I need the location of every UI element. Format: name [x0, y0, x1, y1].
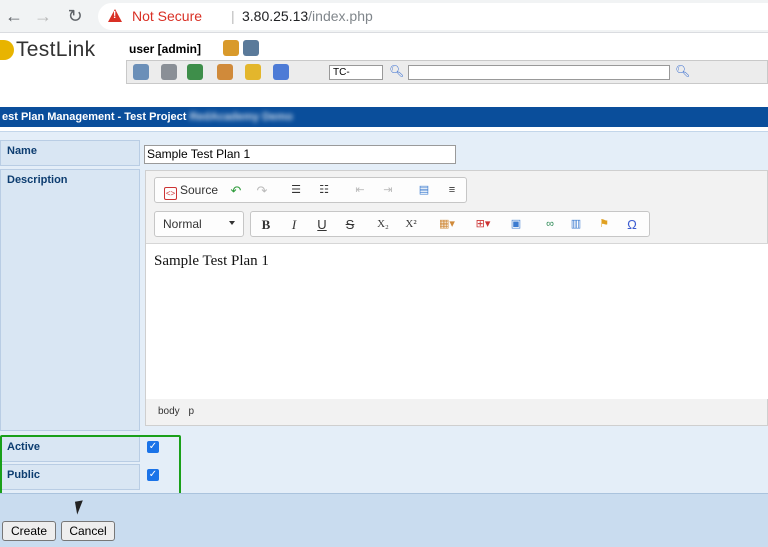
flag-icon[interactable]: ⚑ [595, 216, 613, 233]
format-dropdown[interactable]: Normal [157, 216, 239, 233]
table-icon[interactable]: ⊞▾ [471, 216, 495, 233]
source-icon: <> [163, 187, 177, 200]
tree-icon[interactable] [187, 64, 203, 80]
source-label: Source [179, 183, 219, 197]
superscript-button[interactable]: X² [401, 216, 421, 233]
not-secure-label: Not Secure [132, 8, 203, 24]
indent-icon[interactable]: ⇥ [379, 182, 397, 199]
bulleted-list-icon[interactable]: ☷ [315, 182, 333, 199]
special-char-button[interactable]: Ω [623, 216, 641, 233]
path-p[interactable]: p [188, 406, 194, 417]
test-plan-form: Name Sample Test Plan 1 Description <> So… [0, 131, 768, 495]
editor-content-text: Sample Test Plan 1 [154, 253, 269, 269]
action-bar: Create Cancel [0, 493, 768, 547]
browser-toolbar: ← → ↻ Not Secure | 3.80.25.13/index.php [0, 0, 768, 33]
text-color-icon[interactable]: ▦▾ [435, 216, 459, 233]
testlink-logo[interactable]: TestLink [0, 37, 95, 63]
rich-text-editor: <> Source ↶ ↷ ☰ ☷ ⇤ ⇥ ▤ ≡ Normal B I U S … [145, 170, 768, 426]
reload-icon[interactable]: ↻ [64, 5, 86, 27]
page-title-text: est Plan Management - Test Project [2, 111, 190, 123]
user-settings-icon[interactable] [223, 40, 239, 56]
logout-icon[interactable] [243, 40, 259, 56]
name-label: Name [0, 140, 140, 166]
testcase-id-input[interactable]: TC- [329, 65, 383, 80]
screen: ← → ↻ Not Secure | 3.80.25.13/index.php … [0, 0, 768, 547]
description-label: Description [0, 169, 140, 431]
redo-icon[interactable]: ↷ [253, 182, 271, 199]
search-icon[interactable]: 🔍︎ [675, 64, 690, 78]
highlight-box [0, 435, 181, 495]
pen-icon[interactable] [273, 64, 289, 80]
user-icon[interactable] [217, 64, 233, 80]
search-icon[interactable]: 🔍︎ [389, 64, 404, 78]
link-icon[interactable]: ∞ [541, 216, 559, 233]
warning-icon [108, 9, 122, 22]
url-host: 3.80.25.13 [242, 8, 309, 24]
cart-icon[interactable] [161, 64, 177, 80]
anchor-icon[interactable]: ▥ [567, 216, 585, 233]
source-button[interactable]: <> Source [161, 182, 221, 200]
forward-arrow-icon[interactable]: → [32, 5, 54, 27]
numbered-list-icon[interactable]: ☰ [287, 182, 305, 199]
back-arrow-icon[interactable]: ← [3, 5, 25, 27]
address-separator: | [231, 8, 235, 24]
create-button[interactable]: Create [2, 521, 56, 541]
logo-text: TestLink [16, 38, 96, 61]
url-path: /index.php [308, 8, 373, 24]
url-text: 3.80.25.13/index.php [242, 8, 373, 24]
user-label: user [admin] [129, 42, 202, 56]
search-input[interactable] [408, 65, 670, 80]
italic-button[interactable]: I [285, 216, 303, 233]
page-title: est Plan Management - Test Project RedAc… [0, 107, 768, 127]
desktop-icon[interactable] [133, 64, 149, 80]
project-name: RedAcademy Demo [189, 111, 293, 123]
image-icon[interactable]: ▣ [507, 216, 525, 233]
outdent-icon[interactable]: ⇤ [351, 182, 369, 199]
bold-button[interactable]: B [257, 216, 275, 233]
underline-button[interactable]: U [313, 216, 331, 233]
strikethrough-button[interactable]: S [341, 216, 359, 233]
align-icon[interactable]: ≡ [443, 182, 461, 199]
cancel-button[interactable]: Cancel [61, 521, 115, 541]
subscript-button[interactable]: X₂ [373, 216, 393, 233]
broom-icon[interactable] [245, 64, 261, 80]
chevron-down-icon [229, 221, 235, 225]
format-label: Normal [163, 217, 202, 231]
editor-content[interactable]: Sample Test Plan 1 [146, 243, 768, 399]
address-bar[interactable]: Not Secure | 3.80.25.13/index.php [98, 3, 768, 30]
blockquote-icon[interactable]: ▤ [415, 182, 433, 199]
main-toolbar: TC- 🔍︎ 🔍︎ [126, 60, 768, 84]
editor-toolbar-row-2: B I U S X₂ X² ▦▾ ⊞▾ ▣ ∞ ▥ ⚑ Ω [250, 211, 650, 237]
undo-icon[interactable]: ↶ [227, 182, 245, 199]
name-input[interactable]: Sample Test Plan 1 [144, 145, 456, 164]
element-path-bar: body p [158, 406, 194, 417]
format-group: Normal [154, 211, 244, 237]
logo-mark-icon [0, 40, 14, 60]
path-body[interactable]: body [158, 406, 180, 417]
editor-toolbar-row-1: <> Source ↶ ↷ ☰ ☷ ⇤ ⇥ ▤ ≡ [154, 177, 467, 203]
